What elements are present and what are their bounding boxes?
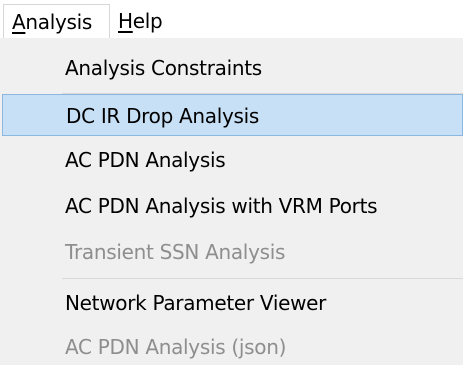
menu-item-dc-ir-drop-analysis[interactable]: DC IR Drop Analysis <box>2 94 463 136</box>
menu-item-transient-ssn-analysis[interactable]: Transient SSN Analysis <box>0 231 463 273</box>
menu-item-ac-pdn-analysis[interactable]: AC PDN Analysis <box>0 139 463 181</box>
menu-item-label: Analysis Constraints <box>65 56 262 80</box>
menu-item-label: AC PDN Analysis (json) <box>65 335 287 359</box>
menu-item-ac-pdn-analysis-json[interactable]: AC PDN Analysis (json) <box>0 326 463 365</box>
menu-separator <box>62 278 463 279</box>
menu-item-ac-pdn-analysis-vrm-ports[interactable]: AC PDN Analysis with VRM Ports <box>0 185 463 227</box>
menu-item-network-parameter-viewer[interactable]: Network Parameter Viewer <box>0 282 463 324</box>
menu-bar: Analysis Help <box>0 0 463 42</box>
analysis-dropdown-menu: Analysis Constraints DC IR Drop Analysis… <box>0 38 463 365</box>
menu-item-analysis-constraints[interactable]: Analysis Constraints <box>0 47 463 89</box>
menubar-help[interactable]: Help <box>110 4 173 38</box>
menubar-help-label: elp <box>132 9 163 33</box>
menubar-help-mnemonic: H <box>118 9 133 33</box>
menubar-analysis-label: nalysis <box>25 10 93 34</box>
application-window: Analysis Help Analysis Constraints DC IR… <box>0 0 463 365</box>
menu-item-label: AC PDN Analysis <box>65 148 226 172</box>
menubar-analysis[interactable]: Analysis <box>3 4 110 38</box>
menubar-analysis-mnemonic: A <box>12 10 26 34</box>
menu-item-label: DC IR Drop Analysis <box>66 104 260 128</box>
menu-item-label: AC PDN Analysis with VRM Ports <box>65 194 378 218</box>
menu-item-label: Transient SSN Analysis <box>65 240 286 264</box>
menu-item-label: Network Parameter Viewer <box>65 291 327 315</box>
